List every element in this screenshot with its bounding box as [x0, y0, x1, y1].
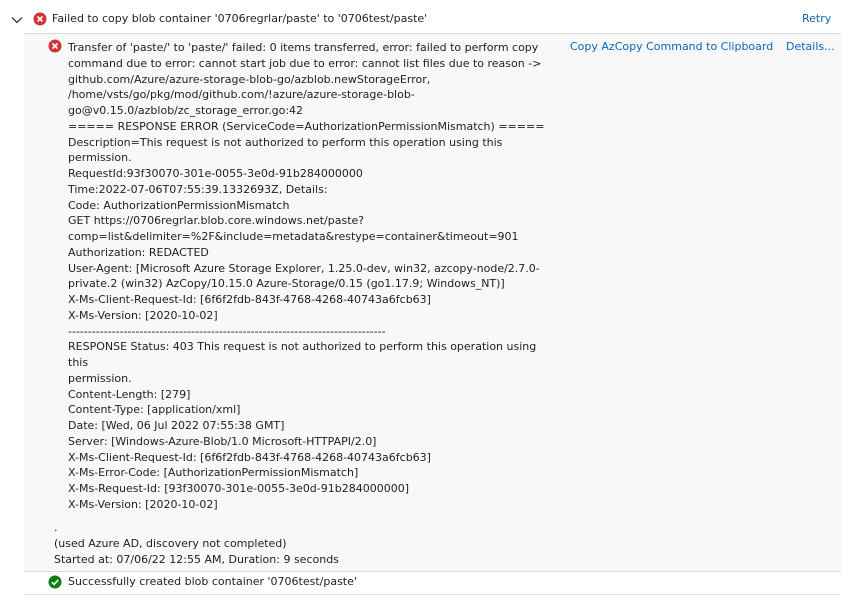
success-check-icon [48, 575, 62, 589]
error-circle-icon [33, 12, 47, 26]
activity-item-container-created[interactable]: Successfully created blob container '070… [24, 570, 841, 595]
error-circle-icon [48, 39, 62, 53]
activity-title: Successfully created blob container '070… [68, 575, 357, 588]
copy-azcopy-command-link[interactable]: Copy AzCopy Command to Clipboard [570, 40, 773, 53]
activity-child-transfer-failed: Transfer of 'paste/' to 'paste/' failed:… [24, 33, 841, 572]
chevron-down-icon[interactable] [10, 13, 24, 27]
details-link[interactable]: Details... [786, 40, 835, 53]
error-message-text: Transfer of 'paste/' to 'paste/' failed:… [68, 41, 545, 511]
activity-title: Failed to copy blob container '0706regrl… [52, 12, 428, 25]
activity-footer-text: . (used Azure AD, discovery not complete… [54, 521, 339, 566]
retry-link[interactable]: Retry [802, 12, 831, 25]
activity-log: Failed to copy blob container '0706regrl… [0, 0, 845, 597]
activity-item-copy-failed[interactable]: Failed to copy blob container '0706regrl… [0, 8, 845, 32]
